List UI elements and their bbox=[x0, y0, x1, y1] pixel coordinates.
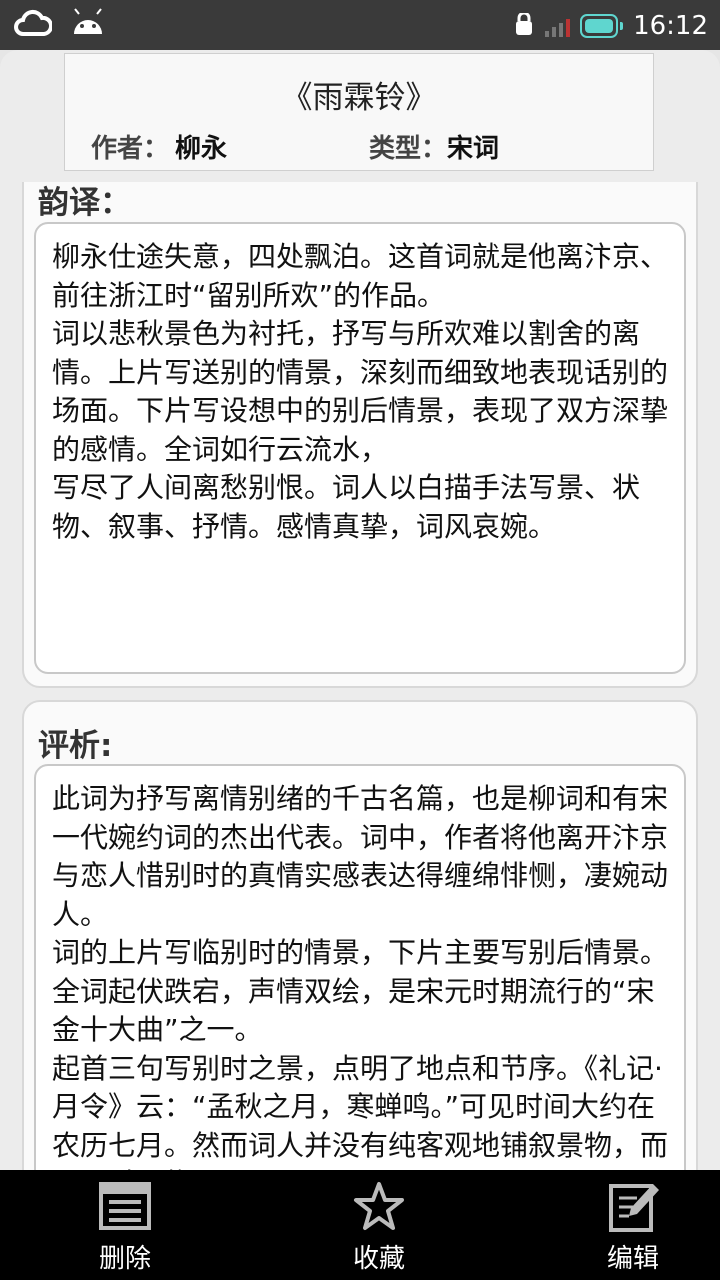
cloud-icon bbox=[14, 9, 52, 36]
wifi-lock-icon bbox=[516, 13, 533, 35]
delete-button[interactable]: 删除 bbox=[45, 1170, 205, 1280]
type-field: 类型：宋词 bbox=[369, 128, 499, 165]
delete-label: 删除 bbox=[98, 1244, 151, 1274]
analysis-card: 评析: 此词为抒写离情别绪的千古名篇，也是柳词和有宋一代婉约词的杰出代表。词中，… bbox=[22, 700, 698, 1170]
battery-icon bbox=[580, 14, 619, 38]
author-field: 作者： 柳永 bbox=[91, 128, 227, 165]
poem-title: 《雨霖铃》 bbox=[281, 80, 437, 116]
analysis-heading: 评析: bbox=[38, 728, 113, 764]
edit-label: 编辑 bbox=[606, 1244, 659, 1274]
poem-header: 《雨霖铃》 作者： 柳永 类型：宋词 bbox=[64, 53, 654, 171]
status-bar: 16:12 bbox=[0, 0, 720, 50]
status-right-icons: 16:12 bbox=[513, 6, 708, 46]
analysis-text[interactable]: 此词为抒写离情别绪的千古名篇，也是柳词和有宋一代婉约词的杰出代表。词中，作者将他… bbox=[34, 764, 686, 1170]
status-left-icons bbox=[14, 8, 106, 38]
translation-text[interactable]: 柳永仕途失意，四处飘泊。这首词就是他离汴京、前往浙江时“留别所欢”的作品。 词以… bbox=[34, 222, 686, 674]
type-value: 宋词 bbox=[447, 134, 500, 164]
status-time: 16:12 bbox=[633, 11, 708, 41]
star-icon bbox=[354, 1182, 404, 1230]
delete-icon bbox=[99, 1182, 151, 1230]
author-label: 作者： bbox=[91, 134, 170, 164]
favorite-button[interactable]: 收藏 bbox=[299, 1170, 459, 1280]
edit-icon bbox=[609, 1184, 659, 1232]
author-value: 柳永 bbox=[175, 134, 228, 164]
bottom-action-bar: 删除 收藏 编辑 bbox=[0, 1170, 720, 1280]
translation-heading: 韵译： bbox=[38, 185, 131, 221]
type-label: 类型： bbox=[369, 134, 448, 164]
translation-card: 韵译： 柳永仕途失意，四处飘泊。这首词就是他离汴京、前往浙江时“留别所欢”的作品… bbox=[22, 182, 698, 688]
android-icon bbox=[74, 8, 102, 34]
scroll-content[interactable]: 韵译： 柳永仕途失意，四处飘泊。这首词就是他离汴京、前往浙江时“留别所欢”的作品… bbox=[0, 182, 720, 1170]
favorite-label: 收藏 bbox=[352, 1244, 405, 1274]
battery-tip bbox=[620, 22, 624, 30]
signal-icon bbox=[545, 15, 571, 37]
edit-button[interactable]: 编辑 bbox=[553, 1170, 713, 1280]
app-content: 《雨霖铃》 作者： 柳永 类型：宋词 韵译： 柳永仕途失意，四处飘泊。这首词就是他… bbox=[0, 50, 720, 1170]
